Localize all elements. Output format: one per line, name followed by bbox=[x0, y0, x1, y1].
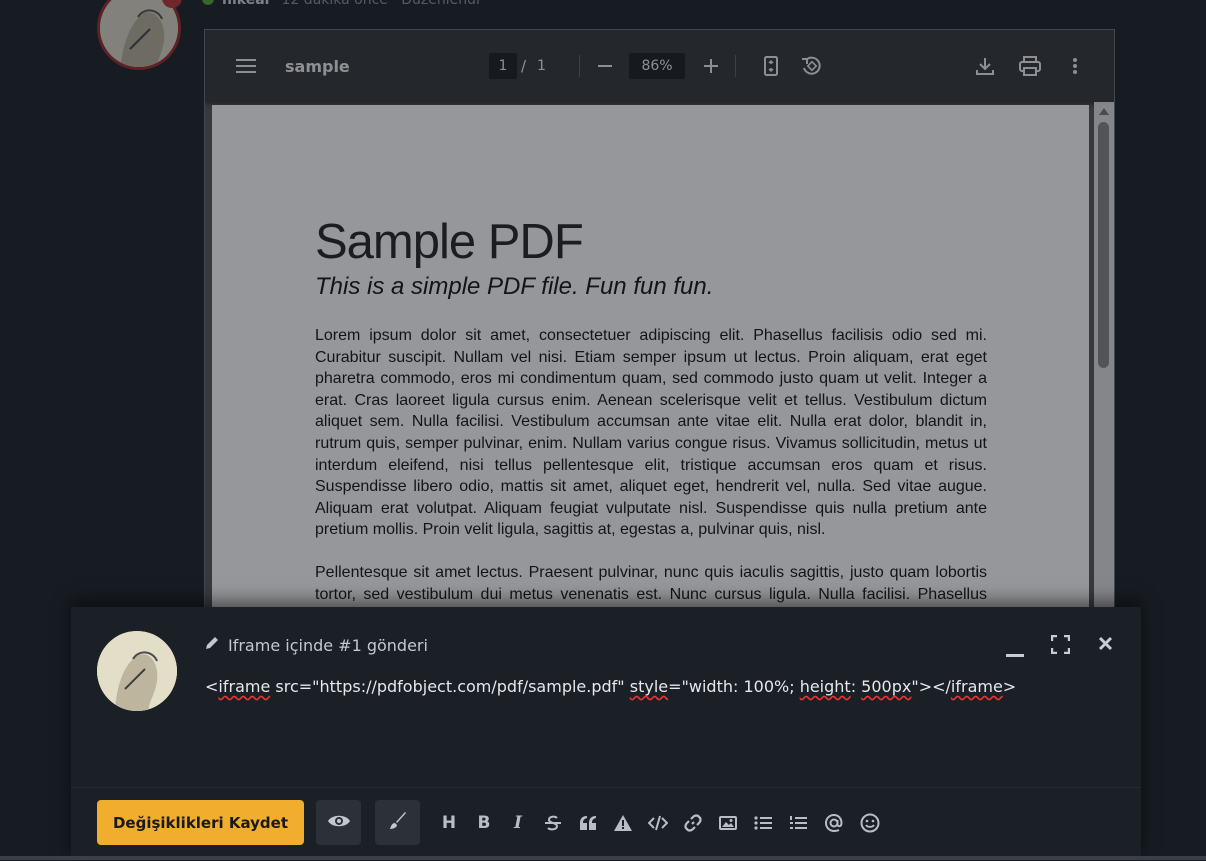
scroll-up-arrow-icon[interactable] bbox=[1099, 108, 1109, 115]
minimize-icon[interactable] bbox=[1006, 643, 1024, 662]
code-icon[interactable] bbox=[647, 810, 669, 836]
download-icon[interactable] bbox=[973, 30, 997, 102]
post-username[interactable]: nikear bbox=[222, 0, 272, 8]
bold-button[interactable]: B bbox=[474, 810, 494, 836]
rotate-icon[interactable] bbox=[797, 30, 825, 102]
pdf-subheading: This is a simple PDF file. Fun fun fun. bbox=[315, 273, 714, 300]
style-toggle-button[interactable] bbox=[375, 800, 420, 845]
toolbar-divider bbox=[579, 55, 580, 77]
zoom-in-icon[interactable] bbox=[699, 30, 723, 102]
body-text: : bbox=[850, 677, 862, 696]
body-text: 500px bbox=[861, 677, 912, 696]
pdf-heading: Sample PDF bbox=[315, 215, 584, 269]
page-total: 1 bbox=[537, 58, 546, 74]
emoji-icon[interactable] bbox=[858, 810, 882, 836]
body-text: ="width: 100%; bbox=[668, 677, 800, 696]
eye-icon bbox=[327, 813, 351, 833]
quote-icon[interactable] bbox=[577, 810, 599, 836]
save-changes-button[interactable]: Değişiklikleri Kaydet bbox=[97, 800, 304, 845]
bullet-list-icon[interactable] bbox=[752, 810, 774, 836]
post-author-avatar[interactable] bbox=[97, 0, 181, 70]
bottom-edge bbox=[0, 856, 1206, 860]
heading-button[interactable]: H bbox=[438, 810, 460, 836]
page-separator: / bbox=[521, 57, 527, 75]
pdf-toolbar: sample 1 / 1 86% bbox=[205, 30, 1114, 102]
fit-page-icon[interactable] bbox=[759, 30, 783, 102]
mention-icon[interactable] bbox=[822, 810, 846, 836]
pencil-icon bbox=[204, 635, 220, 655]
zoom-out-icon[interactable] bbox=[593, 30, 617, 102]
zoom-input[interactable]: 86% bbox=[629, 53, 685, 79]
print-icon[interactable] bbox=[1017, 30, 1043, 102]
more-icon[interactable] bbox=[1065, 30, 1085, 102]
preview-toggle-button[interactable] bbox=[316, 800, 361, 845]
image-icon[interactable] bbox=[717, 810, 739, 836]
fullscreen-icon[interactable] bbox=[1050, 634, 1071, 658]
body-text: > bbox=[1002, 677, 1017, 696]
body-text: iframe bbox=[218, 677, 271, 696]
body-text: src="https://pdfobject.com/pdf/sample.pd… bbox=[270, 677, 630, 696]
pdf-iframe[interactable]: sample 1 / 1 86% Sample PDF This is a si… bbox=[204, 29, 1115, 669]
post-time: 12 dakika önce · Düzenlendi bbox=[281, 0, 480, 8]
strikethrough-icon[interactable] bbox=[542, 810, 564, 836]
composer-title-text: Iframe içinde #1 gönderi bbox=[228, 635, 428, 655]
pdf-page-content: Sample PDF This is a simple PDF file. Fu… bbox=[315, 213, 987, 668]
menu-icon[interactable] bbox=[233, 30, 259, 102]
body-text: "></ bbox=[911, 677, 951, 696]
scrollbar-thumb[interactable] bbox=[1098, 122, 1109, 368]
online-status-icon bbox=[202, 0, 214, 5]
link-icon[interactable] bbox=[682, 810, 704, 836]
italic-button[interactable]: I bbox=[509, 810, 527, 836]
post-meta: nikear 12 dakika önce · Düzenlendi bbox=[202, 0, 480, 8]
warning-icon[interactable] bbox=[612, 810, 634, 836]
post-composer: Iframe içinde #1 gönderi <iframe src="ht… bbox=[71, 607, 1141, 860]
body-text: < bbox=[205, 677, 219, 696]
page-number-input[interactable]: 1 bbox=[489, 53, 517, 79]
body-text: style bbox=[629, 677, 669, 696]
brush-icon bbox=[388, 811, 408, 835]
body-text: height bbox=[799, 677, 851, 696]
body-text: iframe bbox=[950, 677, 1003, 696]
pdf-paragraph: Lorem ipsum dolor sit amet, consectetuer… bbox=[315, 327, 987, 539]
pdf-page: Sample PDF This is a simple PDF file. Fu… bbox=[212, 105, 1089, 668]
pdf-title: sample bbox=[285, 56, 350, 76]
pdf-scrollbar[interactable] bbox=[1094, 102, 1114, 668]
composer-avatar bbox=[97, 631, 177, 711]
numbered-list-icon[interactable] bbox=[787, 810, 809, 836]
close-icon[interactable] bbox=[1098, 636, 1113, 655]
toolbar-divider bbox=[735, 55, 736, 77]
composer-textarea[interactable]: <iframe src="https://pdfobject.com/pdf/s… bbox=[205, 677, 1016, 696]
composer-title: Iframe içinde #1 gönderi bbox=[204, 635, 428, 655]
